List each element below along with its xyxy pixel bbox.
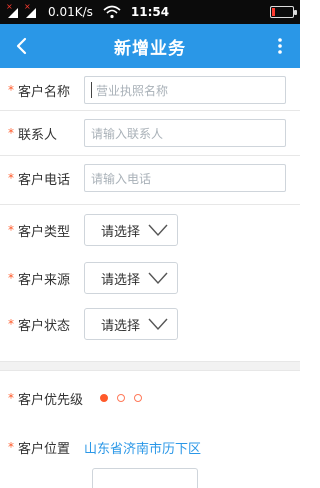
status-bar: × × 0.01K/s 11:54 xyxy=(0,0,300,24)
customer-source-row: * 客户来源 请选择 xyxy=(0,255,300,301)
required-mark: * xyxy=(8,440,14,454)
priority-rating[interactable] xyxy=(100,394,142,402)
more-vertical-icon xyxy=(278,38,282,54)
back-button[interactable] xyxy=(8,24,36,68)
business-form: * 客户名称 营业执照名称 * 联系人 请输入联系人 * 客户电话 请输入电话 … xyxy=(0,68,300,473)
customer-type-row: * 客户类型 请选择 xyxy=(0,205,300,255)
customer-status-label: 客户状态 xyxy=(18,318,71,334)
customer-source-select[interactable]: 请选择 xyxy=(84,262,178,294)
required-mark: * xyxy=(8,126,14,140)
signal-icon-1: × xyxy=(6,2,20,19)
phone-row: * 客户电话 请输入电话 xyxy=(0,156,300,200)
required-mark: * xyxy=(8,271,14,285)
customer-type-label: 客户类型 xyxy=(18,224,71,240)
network-speed: 0.01K/s xyxy=(48,5,93,19)
phone-label: 客户电话 xyxy=(18,172,71,188)
location-row: * 客户位置 山东省济南市历下区 xyxy=(0,421,300,473)
titlebar: 新增业务 xyxy=(0,24,300,68)
phone-placeholder: 请输入电话 xyxy=(91,171,152,186)
required-mark: * xyxy=(8,171,14,185)
text-cursor xyxy=(91,82,92,98)
location-label: 客户位置 xyxy=(18,441,71,457)
customer-name-row: * 客户名称 营业执照名称 xyxy=(0,70,300,110)
customer-name-label: 客户名称 xyxy=(18,84,71,100)
customer-source-value: 请选择 xyxy=(101,272,141,288)
customer-type-select[interactable]: 请选择 xyxy=(84,214,178,246)
section-separator xyxy=(0,361,300,371)
customer-source-label: 客户来源 xyxy=(18,272,71,288)
customer-name-placeholder: 营业执照名称 xyxy=(96,83,169,98)
customer-type-value: 请选择 xyxy=(101,224,141,240)
priority-label: 客户优先级 xyxy=(18,392,84,408)
clock: 11:54 xyxy=(130,5,170,19)
required-mark: * xyxy=(8,83,14,97)
required-mark: * xyxy=(8,223,14,237)
customer-status-select[interactable]: 请选择 xyxy=(84,308,178,340)
chevron-left-icon xyxy=(16,37,27,55)
required-mark: * xyxy=(8,391,14,405)
priority-row: * 客户优先级 xyxy=(0,375,300,421)
more-button[interactable] xyxy=(268,24,292,68)
required-mark: * xyxy=(8,317,14,331)
priority-dot[interactable] xyxy=(100,394,108,402)
customer-status-row: * 客户状态 请选择 xyxy=(0,301,300,347)
customer-status-value: 请选择 xyxy=(101,318,141,334)
customer-name-input[interactable]: 营业执照名称 xyxy=(84,76,286,104)
page-title: 新增业务 xyxy=(114,38,186,59)
priority-dot[interactable] xyxy=(117,394,125,402)
contact-placeholder: 请输入联系人 xyxy=(91,126,164,141)
phone-input[interactable]: 请输入电话 xyxy=(84,164,286,192)
partially-visible-field[interactable] xyxy=(92,468,198,488)
battery-icon xyxy=(270,6,297,18)
chevron-down-icon xyxy=(148,318,168,331)
wifi-icon xyxy=(103,5,121,19)
contact-row: * 联系人 请输入联系人 xyxy=(0,111,300,155)
chevron-down-icon xyxy=(148,224,168,237)
chevron-down-icon xyxy=(148,272,168,285)
location-value[interactable]: 山东省济南市历下区 xyxy=(84,438,201,457)
contact-label: 联系人 xyxy=(18,127,58,143)
signal-icon-2: × xyxy=(24,2,38,19)
contact-input[interactable]: 请输入联系人 xyxy=(84,119,286,147)
priority-dot[interactable] xyxy=(134,394,142,402)
